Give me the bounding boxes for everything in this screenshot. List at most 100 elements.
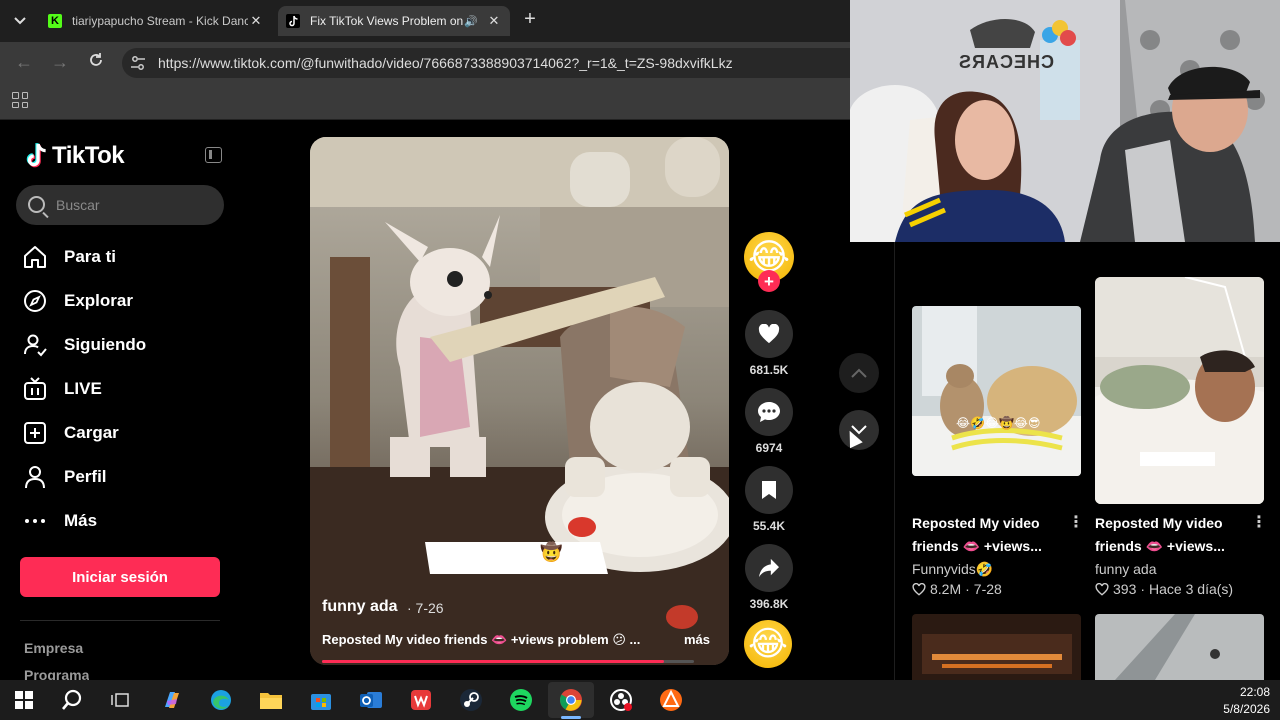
related-thumbnail-3[interactable]: [912, 614, 1081, 680]
share-arrow-icon: [759, 558, 779, 578]
view-count: 8.2M: [930, 581, 962, 597]
music-disc[interactable]: 😂: [744, 620, 792, 668]
close-icon[interactable]: ✕: [248, 13, 264, 29]
tab-search-button[interactable]: [6, 8, 34, 34]
edge-browser-icon[interactable]: [207, 686, 235, 714]
windows-start-icon[interactable]: [10, 686, 38, 714]
view-count: 393: [1113, 581, 1137, 597]
nav-item-perfil[interactable]: Perfil: [20, 459, 230, 495]
tab-title: tiariypapucho Stream - Kick Danc: [72, 14, 248, 28]
footer-link-programa[interactable]: Programa: [24, 667, 89, 680]
windows-taskbar: [0, 680, 1280, 720]
nav-item-explorar[interactable]: Explorar: [20, 283, 230, 319]
logo-text: TikTok: [52, 142, 125, 169]
chevron-down-icon: [14, 17, 26, 25]
close-icon[interactable]: ✕: [486, 13, 502, 29]
spotify-icon[interactable]: [507, 686, 535, 714]
video-overlay-emojis: 😂😀😁😄🤠: [455, 542, 565, 562]
tab-title: Fix TikTok Views Problem on: [310, 14, 464, 28]
video-progress-bar[interactable]: [322, 660, 665, 663]
share-button[interactable]: [745, 544, 793, 592]
system-clock[interactable]: 22:08 5/8/2026: [1200, 684, 1270, 718]
login-button[interactable]: Iniciar sesión: [20, 557, 220, 597]
comment-count: 6974: [755, 441, 783, 455]
app-orange-icon[interactable]: [657, 686, 685, 714]
like-button[interactable]: [745, 310, 793, 358]
share-count: 396.8K: [749, 597, 789, 611]
sidebar-collapse-icon[interactable]: [205, 147, 222, 163]
wps-office-icon[interactable]: [407, 686, 435, 714]
related-title-1[interactable]: Reposted My video friends 👄 +views...: [912, 512, 1062, 558]
follow-plus-icon[interactable]: +: [758, 270, 780, 292]
new-tab-button[interactable]: +: [518, 8, 542, 31]
outlook-icon[interactable]: [357, 686, 385, 714]
more-options-icon[interactable]: ⋮: [1251, 512, 1267, 532]
site-settings-icon[interactable]: [130, 55, 146, 71]
video-frame-chihuahua-and-dog: [310, 137, 729, 665]
related-author-1[interactable]: Funnyvids🤣: [912, 561, 993, 578]
forward-arrow-icon[interactable]: →: [48, 51, 72, 75]
more-icon: [20, 506, 50, 536]
footer-link-empresa[interactable]: Empresa: [24, 640, 83, 656]
reload-icon[interactable]: [84, 51, 108, 75]
task-view-icon[interactable]: [106, 686, 134, 714]
back-arrow-icon[interactable]: ←: [12, 51, 36, 75]
nav-item-cargar[interactable]: Cargar: [20, 415, 230, 451]
apps-grid-icon[interactable]: [12, 92, 28, 108]
nav-item-live[interactable]: LIVE: [20, 371, 230, 407]
tiktok-logo[interactable]: TikTok: [24, 142, 125, 170]
related-thumbnail-4[interactable]: [1095, 614, 1264, 680]
video-caption: Reposted My video friends 👄 +views probl…: [322, 632, 641, 647]
audio-playing-icon[interactable]: 🔊: [464, 15, 478, 28]
save-count: 55.4K: [752, 519, 786, 533]
browser-tab-kick[interactable]: K tiariypapucho Stream - Kick Danc ✕: [40, 6, 272, 36]
nav-item-para-ti[interactable]: Para ti: [20, 239, 230, 275]
webcam-feed-two-people: [850, 0, 1280, 242]
profile-icon: [20, 462, 50, 492]
copilot-icon[interactable]: [158, 686, 186, 714]
clock-time: 22:08: [1239, 685, 1270, 699]
video-player[interactable]: 😂😀😁😄🤠: [310, 137, 729, 665]
related-thumbnail-1[interactable]: 😂🤣😂🤠😂😎: [912, 306, 1081, 476]
previous-video-button[interactable]: [839, 353, 879, 393]
nav-item-siguiendo[interactable]: Siguiendo: [20, 327, 230, 363]
caption-more-link[interactable]: más: [684, 632, 710, 647]
related-stats-1: 8.2M · 7-28: [912, 581, 1002, 597]
related-thumbnail-2[interactable]: [1095, 277, 1264, 504]
nav-label: Explorar: [64, 291, 133, 310]
nav-label: Más: [64, 511, 98, 530]
nav-label: Perfil: [64, 467, 107, 486]
related-title-2[interactable]: Reposted My video friends 👄 +views...: [1095, 512, 1245, 558]
search-icon[interactable]: [58, 686, 86, 714]
tiktok-logo-icon: [26, 143, 46, 168]
more-options-icon[interactable]: ⋮: [1068, 512, 1084, 532]
browser-tab-tiktok[interactable]: Fix TikTok Views Problem on 🔊 ✕: [278, 6, 510, 36]
bookmark-icon: [762, 481, 776, 499]
comment-button[interactable]: [745, 388, 793, 436]
nav-item-mas[interactable]: Más: [20, 503, 230, 539]
following-icon: [20, 330, 50, 360]
active-app-indicator: [561, 716, 581, 719]
post-date: Hace 3 día(s): [1149, 581, 1234, 597]
live-tv-icon: [20, 374, 50, 404]
address-bar[interactable]: https://www.tiktok.com/@funwithado/video…: [122, 48, 850, 78]
save-button[interactable]: [745, 466, 793, 514]
clock-date: 5/8/2026: [1223, 702, 1270, 716]
microsoft-store-icon[interactable]: [307, 686, 335, 714]
nav-label: Para ti: [64, 247, 116, 266]
file-explorer-icon[interactable]: [257, 686, 285, 714]
chrome-icon[interactable]: [557, 686, 585, 714]
thumbnail-emoji-overlay: 😂🤣😂🤠😂😎: [956, 416, 1041, 430]
bookmarks-bar: [0, 84, 850, 120]
obs-studio-icon[interactable]: [607, 686, 635, 714]
upload-icon: [20, 418, 50, 448]
tiktok-icon: [286, 14, 300, 28]
related-author-2[interactable]: funny ada: [1095, 561, 1157, 577]
search-input[interactable]: Buscar: [16, 185, 224, 225]
comment-icon: [758, 402, 780, 422]
nav-label: LIVE: [64, 379, 102, 398]
chevron-up-icon: [851, 368, 867, 378]
video-author[interactable]: funny ada: [322, 598, 398, 616]
related-stats-2: 393 · Hace 3 día(s): [1095, 581, 1233, 597]
steam-icon[interactable]: [457, 686, 485, 714]
